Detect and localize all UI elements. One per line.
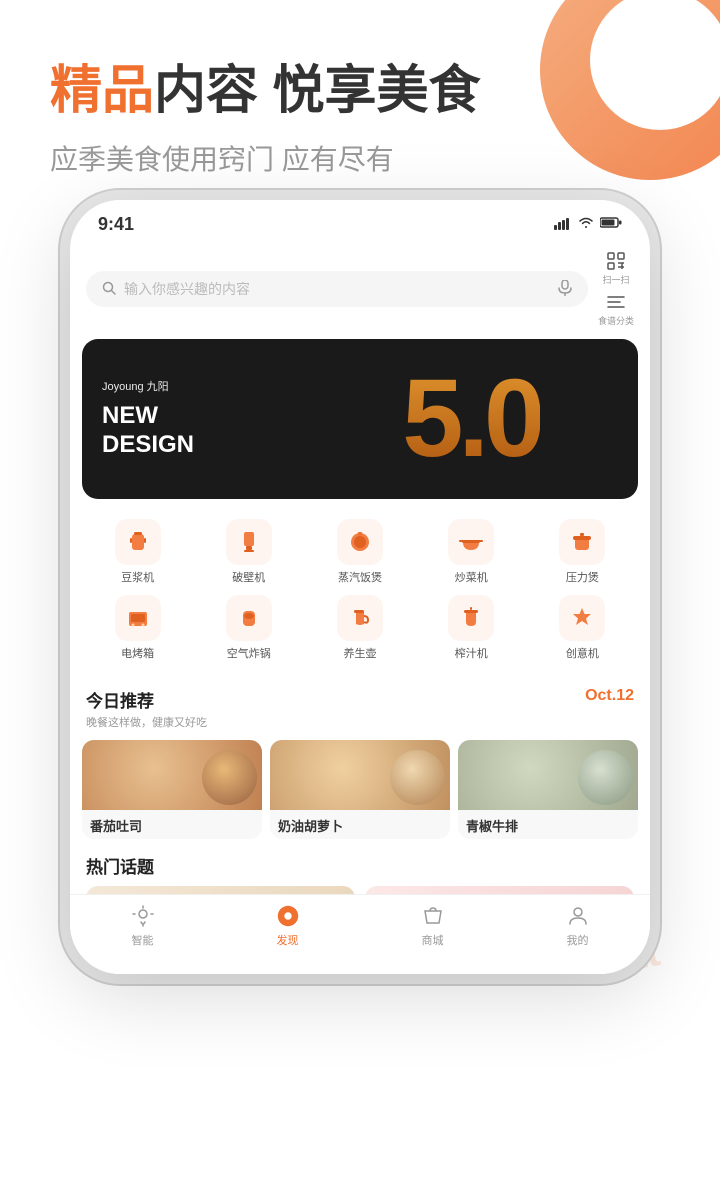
- sub-title: 应季美食使用窍门 应有尽有: [50, 138, 670, 178]
- top-right-icons: 扫一扫 食谱分类: [598, 251, 634, 327]
- category-label-soymilk: 豆浆机: [121, 569, 154, 585]
- tab-label-shop: 商城: [422, 932, 444, 948]
- recipe-card-carrot[interactable]: 奶油胡萝卜: [270, 740, 450, 839]
- recipe-name-tomato: 番茄吐司: [82, 810, 262, 839]
- category-grid: 豆浆机 破壁机 蒸汽饭煲: [70, 511, 650, 679]
- recipe-name-carrot: 奶油胡萝卜: [270, 810, 450, 839]
- tab-label-mine: 我的: [567, 932, 589, 948]
- banner-right: 5.0: [304, 339, 638, 499]
- recipe-img-pepper: [458, 740, 638, 810]
- category-item-juicer[interactable]: 榨汁机: [416, 595, 527, 661]
- category-item-kettle[interactable]: 养生壶: [304, 595, 415, 661]
- status-icons: [554, 216, 622, 234]
- banner-left: Joyoung 九阳 NEW DESIGN: [82, 362, 214, 476]
- category-label-blender: 破壁机: [232, 569, 265, 585]
- category-item-cooker[interactable]: 蒸汽饭煲: [304, 519, 415, 585]
- main-title-rest: 内容 悦享美食: [154, 62, 480, 120]
- classify-label: 食谱分类: [598, 314, 634, 327]
- tab-icon-mine: [565, 903, 591, 929]
- status-time: 9:41: [98, 214, 134, 235]
- banner-new-design: NEW DESIGN: [102, 402, 194, 460]
- recipe-img-tomato: [82, 740, 262, 810]
- category-icon-blender: [226, 519, 272, 565]
- today-recommend-title: 今日推荐: [86, 687, 207, 712]
- category-label-oven: 电烤箱: [121, 645, 154, 661]
- category-icon-oven: [115, 595, 161, 641]
- signal-icon: [554, 217, 572, 233]
- category-item-oven[interactable]: 电烤箱: [82, 595, 193, 661]
- tab-bar: 智能 发现 商城 我的: [70, 894, 650, 974]
- tab-icon-smart: [130, 903, 156, 929]
- phone-mockup-wrapper: 9:41 输入你感兴趣的内容: [70, 200, 650, 974]
- tab-item-smart[interactable]: 智能: [70, 903, 215, 948]
- category-icon-cooker: [337, 519, 383, 565]
- tab-item-shop[interactable]: 商城: [360, 903, 505, 948]
- header-section: 精品内容 悦享美食 应季美食使用窍门 应有尽有: [0, 0, 720, 208]
- category-item-soymilk[interactable]: 豆浆机: [82, 519, 193, 585]
- recipe-img-carrot: [270, 740, 450, 810]
- category-icon-kettle: [337, 595, 383, 641]
- category-icon-airfryer: [226, 595, 272, 641]
- banner-number: 5.0: [402, 364, 540, 474]
- category-label-kettle: 养生壶: [344, 645, 377, 661]
- category-label-wok: 炒菜机: [455, 569, 488, 585]
- battery-icon: [600, 216, 622, 234]
- category-label-cooker: 蒸汽饭煲: [338, 569, 382, 585]
- classify-icon-group[interactable]: 食谱分类: [598, 292, 634, 327]
- category-icon-juicer: [448, 595, 494, 641]
- category-item-wok[interactable]: 炒菜机: [416, 519, 527, 585]
- category-label-creative: 创意机: [566, 645, 599, 661]
- category-item-creative[interactable]: 创意机: [527, 595, 638, 661]
- today-recommend-text: 今日推荐 晚餐这样做，健康又好吃: [86, 687, 207, 730]
- recipe-food-img-pepper: [578, 750, 633, 805]
- category-icon-pressure: [559, 519, 605, 565]
- category-row-2: 电烤箱 空气炸锅 养生壶: [82, 595, 638, 661]
- category-label-juicer: 榨汁机: [455, 645, 488, 661]
- banner[interactable]: Joyoung 九阳 NEW DESIGN 5.0: [82, 339, 638, 499]
- tab-label-smart: 智能: [132, 932, 154, 948]
- search-placeholder: 输入你感兴趣的内容: [124, 279, 550, 299]
- category-item-pressure[interactable]: 压力煲: [527, 519, 638, 585]
- today-recommend-header: 今日推荐 晚餐这样做，健康又好吃 Oct.12: [70, 679, 650, 734]
- main-title: 精品内容 悦享美食: [50, 60, 670, 122]
- status-bar: 9:41: [70, 200, 650, 243]
- category-icon-wok: [448, 519, 494, 565]
- tab-icon-discover: [275, 903, 301, 929]
- search-bar-row: 输入你感兴趣的内容 扫一扫 食谱分类: [70, 243, 650, 339]
- search-bar[interactable]: 输入你感兴趣的内容: [86, 271, 588, 307]
- category-row-1: 豆浆机 破壁机 蒸汽饭煲: [82, 519, 638, 585]
- wifi-icon: [578, 216, 594, 234]
- tab-icon-shop: [420, 903, 446, 929]
- category-label-pressure: 压力煲: [566, 569, 599, 585]
- today-recommend-date: Oct.12: [585, 687, 634, 705]
- recipe-name-pepper: 青椒牛排: [458, 810, 638, 839]
- category-item-blender[interactable]: 破壁机: [193, 519, 304, 585]
- mic-icon[interactable]: [558, 280, 572, 299]
- today-recommend-subtitle: 晚餐这样做，健康又好吃: [86, 714, 207, 730]
- recipe-row: 番茄吐司 奶油胡萝卜 青椒牛排: [70, 734, 650, 849]
- category-item-airfryer[interactable]: 空气炸锅: [193, 595, 304, 661]
- phone-mockup: 9:41 输入你感兴趣的内容: [70, 200, 650, 974]
- scan-label: 扫一扫: [602, 273, 629, 286]
- category-icon-soymilk: [115, 519, 161, 565]
- search-icon: [102, 281, 116, 298]
- category-icon-creative: [559, 595, 605, 641]
- main-title-highlight: 精品: [50, 62, 154, 120]
- hot-topics-title: 热门话题: [86, 853, 634, 878]
- recipe-card-pepper[interactable]: 青椒牛排: [458, 740, 638, 839]
- recipe-card-tomato[interactable]: 番茄吐司: [82, 740, 262, 839]
- tab-label-discover: 发现: [277, 932, 299, 948]
- tab-item-discover[interactable]: 发现: [215, 903, 360, 948]
- recipe-food-img-tomato: [202, 750, 257, 805]
- recipe-food-img-carrot: [390, 750, 445, 805]
- category-label-airfryer: 空气炸锅: [227, 645, 271, 661]
- scan-icon-group[interactable]: 扫一扫: [602, 251, 629, 286]
- tab-item-mine[interactable]: 我的: [505, 903, 650, 948]
- banner-brand: Joyoung 九阳: [102, 378, 194, 394]
